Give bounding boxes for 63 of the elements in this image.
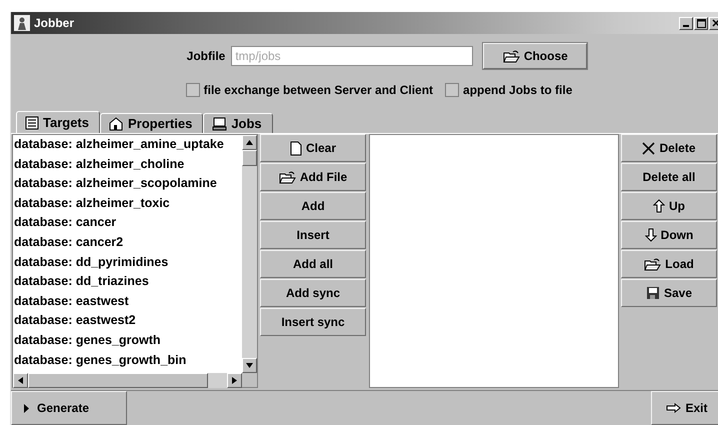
checkbox-label: append Jobs to file xyxy=(463,83,572,97)
maximize-icon xyxy=(696,18,706,28)
scroll-thumb[interactable] xyxy=(242,150,257,166)
list-item[interactable]: database: cancer xyxy=(14,213,242,233)
list-item[interactable]: database: eastwest2 xyxy=(14,311,242,331)
action-button[interactable]: Insert sync xyxy=(260,308,366,336)
list-item[interactable]: database: cancer2 xyxy=(14,232,242,253)
jobfile-label: Jobfile xyxy=(186,49,226,63)
left-arrow-icon xyxy=(18,377,23,384)
computer-icon xyxy=(212,116,228,130)
cross-icon xyxy=(642,142,656,154)
down-arrow-icon xyxy=(246,363,253,368)
up-arrow-icon xyxy=(653,199,665,213)
house-icon xyxy=(109,116,124,130)
tab[interactable]: Targets xyxy=(16,111,100,133)
action-button[interactable]: Add File xyxy=(260,163,366,191)
scroll-thumb[interactable] xyxy=(28,373,208,388)
down-arrow-icon xyxy=(644,228,657,242)
action-button[interactable]: Add xyxy=(260,192,366,220)
list-item[interactable]: database: dd_pyrimidines xyxy=(14,252,242,272)
action-button[interactable]: Save xyxy=(621,279,717,307)
page-icon xyxy=(290,140,302,156)
action-button[interactable]: Add sync xyxy=(260,279,366,307)
action-button[interactable]: Load xyxy=(621,250,717,278)
window-title: Jobber xyxy=(34,16,76,30)
horizontal-scrollbar[interactable] xyxy=(13,373,242,388)
generate-button[interactable]: Generate xyxy=(11,391,127,425)
list-item[interactable]: database: alzheimer_amine_uptake xyxy=(14,135,242,155)
list-item[interactable]: database: alzheimer_toxic xyxy=(14,194,242,214)
list-item[interactable]: database: genes_growth_bin xyxy=(14,350,242,370)
tab[interactable]: Properties xyxy=(100,113,204,133)
list-item[interactable]: database: alzheimer_scopolamine xyxy=(14,174,242,194)
action-button[interactable]: Delete xyxy=(621,134,717,162)
action-button[interactable]: Insert xyxy=(260,221,366,249)
vertical-scrollbar[interactable] xyxy=(242,135,257,373)
folder-icon xyxy=(278,170,296,184)
checkbox[interactable] xyxy=(186,83,200,97)
exit-button[interactable]: Exit xyxy=(651,391,718,425)
action-button[interactable]: Down xyxy=(621,221,717,249)
checkbox-label: file exchange between Server and Client xyxy=(204,83,434,97)
folder-icon xyxy=(502,50,520,62)
jobfile-field[interactable]: tmp/jobs xyxy=(231,46,474,66)
play-icon xyxy=(24,404,29,412)
close-icon xyxy=(712,19,718,27)
tab[interactable]: Jobs xyxy=(203,113,273,133)
action-button[interactable]: Delete all xyxy=(621,163,717,191)
list-item[interactable]: database: eastwest xyxy=(14,292,242,312)
app-icon xyxy=(14,15,30,31)
up-arrow-icon xyxy=(246,140,253,145)
list-item[interactable]: database: dd_triazines xyxy=(14,272,242,292)
list-item[interactable]: database: genes_growth xyxy=(14,330,242,351)
list-item[interactable]: database: alzheimer_choline xyxy=(14,154,242,174)
action-button[interactable]: Up xyxy=(621,192,717,220)
minimize-button[interactable] xyxy=(679,16,693,30)
action-button[interactable]: Clear xyxy=(260,134,366,162)
action-button[interactable]: Add all xyxy=(260,250,366,278)
right-arrow-icon xyxy=(232,377,237,384)
card-icon xyxy=(25,116,39,130)
maximize-button[interactable] xyxy=(694,16,708,30)
folder-icon xyxy=(644,258,662,270)
right-arrow-icon xyxy=(666,403,682,413)
checkbox[interactable] xyxy=(445,83,460,97)
choose-button[interactable]: Choose xyxy=(483,43,588,69)
